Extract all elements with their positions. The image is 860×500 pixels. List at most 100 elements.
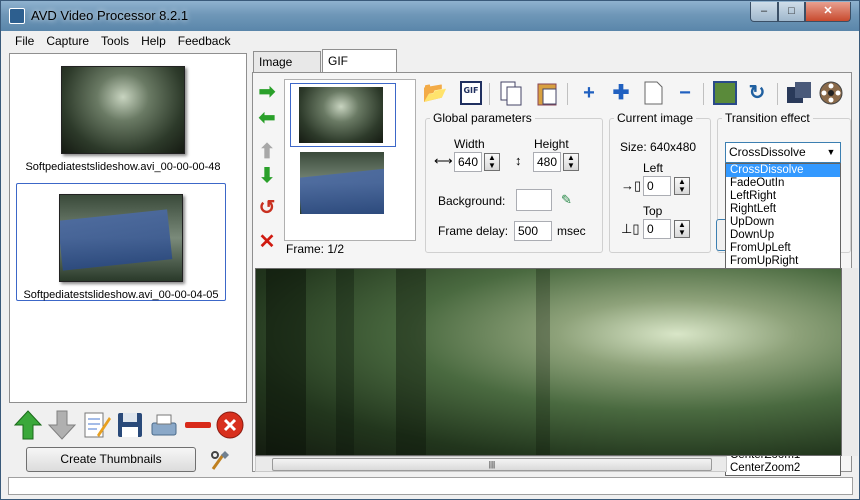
toolbar-separator: [489, 83, 490, 105]
status-bar: [8, 477, 853, 495]
tab-image-editor[interactable]: Image Editor: [253, 51, 321, 89]
transition-select[interactable]: CrossDissolve ▼: [725, 142, 841, 163]
menu-feedback[interactable]: Feedback: [172, 31, 237, 51]
resize-image-icon[interactable]: [711, 79, 739, 107]
transition-option[interactable]: LeftRight: [726, 190, 840, 203]
frame-delay-input[interactable]: 500: [514, 221, 552, 241]
frame-image: [300, 152, 384, 214]
transition-option[interactable]: FromUpLeft: [726, 242, 840, 255]
top-offset-icon: ⊥▯: [621, 221, 640, 236]
save-icon[interactable]: [115, 409, 145, 441]
gif-toolbar: 📂 GIF + ✚ − ↻: [421, 79, 851, 109]
thumbnail-item-selected[interactable]: Softpediatestslideshow.avi_00-00-04-05: [16, 183, 226, 301]
frame-counter: Frame: 1/2: [286, 242, 345, 256]
app-window: AVD Video Processor 8.2.1 – □ ✕ File Capt…: [0, 0, 860, 500]
add-multiple-icon[interactable]: ✚: [607, 79, 635, 107]
title-bar[interactable]: AVD Video Processor 8.2.1 – □ ✕: [1, 1, 859, 31]
menu-help[interactable]: Help: [135, 31, 172, 51]
preview-vertical-scrollbar[interactable]: [842, 268, 858, 456]
arrow-up-icon[interactable]: ⬆: [256, 141, 278, 163]
thumbnail-caption: Softpediatestslideshow.avi_00-00-04-05: [23, 289, 219, 301]
current-image-legend: Current image: [617, 111, 694, 125]
transition-option[interactable]: RightLeft: [726, 203, 840, 216]
width-icon: ⟷: [434, 153, 453, 168]
arrow-left-icon[interactable]: ⬅: [256, 107, 278, 129]
preview-horizontal-scrollbar[interactable]: |||: [255, 456, 727, 472]
close-button[interactable]: ✕: [805, 2, 851, 22]
transition-option[interactable]: CenterZoom2: [726, 462, 840, 475]
delete-frame-icon[interactable]: ✕: [256, 231, 278, 253]
toolbar-separator: [777, 83, 778, 105]
scrollbar-thumb[interactable]: |||: [272, 458, 712, 471]
arrow-up-icon[interactable]: [13, 409, 43, 441]
tab-gif-animator[interactable]: GIF animator: [322, 49, 397, 91]
transition-option[interactable]: FromUpRight: [726, 255, 840, 268]
toolbar-separator: [703, 83, 704, 105]
new-page-icon[interactable]: [639, 79, 667, 107]
menu-tools[interactable]: Tools: [95, 31, 135, 51]
maximize-button[interactable]: □: [778, 2, 805, 22]
thumbnail-list[interactable]: Softpediatestslideshow.avi_00-00-00-48 S…: [9, 53, 247, 403]
frame-item-selected[interactable]: [290, 83, 396, 147]
transition-option[interactable]: FadeOutIn: [726, 177, 840, 190]
transition-effect-legend: Transition effect: [725, 111, 810, 125]
arrow-down-icon[interactable]: [47, 409, 77, 441]
thumbnail-item[interactable]: Softpediatestslideshow.avi_00-00-00-48: [18, 66, 228, 174]
left-offset-icon: →▯: [621, 178, 642, 193]
undo-icon[interactable]: ↺: [256, 197, 278, 219]
left-spinner[interactable]: ▲ ▼: [674, 177, 690, 195]
width-spinner[interactable]: ▲ ▼: [484, 153, 500, 171]
arrow-right-icon[interactable]: ➡: [256, 81, 278, 103]
add-icon[interactable]: +: [575, 79, 603, 107]
height-input[interactable]: 480: [533, 152, 561, 172]
edit-icon[interactable]: [81, 409, 111, 441]
top-input[interactable]: 0: [643, 219, 671, 239]
minus-icon[interactable]: −: [671, 79, 699, 107]
rotate-icon[interactable]: ↻: [743, 79, 771, 107]
eyedropper-icon[interactable]: ✎: [561, 192, 572, 208]
chevron-down-icon[interactable]: ▼: [824, 145, 838, 160]
app-icon: [9, 8, 25, 24]
global-parameters-legend: Global parameters: [433, 111, 532, 125]
width-input[interactable]: 640: [454, 152, 482, 172]
frame-delay-unit: msec: [557, 224, 586, 238]
thumbnail-image: [61, 66, 185, 154]
film-reel-icon[interactable]: [817, 79, 845, 107]
image-preview: [255, 268, 842, 456]
open-folder-icon[interactable]: 📂: [421, 79, 449, 107]
transition-option[interactable]: DownUp: [726, 229, 840, 242]
save-all-icon[interactable]: [785, 79, 813, 107]
menu-capture[interactable]: Capture: [40, 31, 95, 51]
window-title: AVD Video Processor 8.2.1: [31, 8, 189, 23]
transition-option[interactable]: CrossDissolve: [726, 164, 840, 177]
thumbnail-caption: Softpediatestslideshow.avi_00-00-00-48: [25, 161, 221, 173]
background-label: Background:: [438, 194, 506, 208]
image-size-label: Size: 640x480: [620, 140, 697, 154]
top-spinner[interactable]: ▲ ▼: [674, 220, 690, 238]
print-icon[interactable]: [149, 409, 179, 441]
background-color-swatch[interactable]: [516, 189, 552, 211]
minimize-button[interactable]: –: [750, 2, 778, 22]
top-label: Top: [643, 204, 663, 218]
paste-icon[interactable]: [533, 79, 561, 107]
thumbnail-image: [59, 194, 183, 282]
toolbar-separator: [567, 83, 568, 105]
left-input[interactable]: 0: [643, 176, 671, 196]
transition-option[interactable]: UpDown: [726, 216, 840, 229]
transition-selected-value: CrossDissolve: [729, 145, 806, 159]
gif-icon[interactable]: GIF: [457, 79, 485, 107]
menu-bar: File Capture Tools Help Feedback: [1, 31, 859, 51]
thumbnail-toolbar: [9, 409, 247, 449]
height-label: Height: [534, 137, 569, 151]
delete-icon[interactable]: [215, 409, 245, 441]
menu-file[interactable]: File: [9, 31, 40, 51]
frame-delay-label: Frame delay:: [438, 224, 509, 238]
remove-icon[interactable]: [183, 409, 213, 441]
create-thumbnails-button[interactable]: Create Thumbnails: [26, 447, 196, 472]
copy-icon[interactable]: [497, 79, 525, 107]
height-spinner[interactable]: ▲ ▼: [563, 153, 579, 171]
left-label: Left: [643, 161, 664, 175]
settings-tools-icon[interactable]: [209, 449, 231, 471]
arrow-down-icon[interactable]: ⬇: [256, 165, 278, 187]
height-icon: ↕: [515, 153, 522, 168]
